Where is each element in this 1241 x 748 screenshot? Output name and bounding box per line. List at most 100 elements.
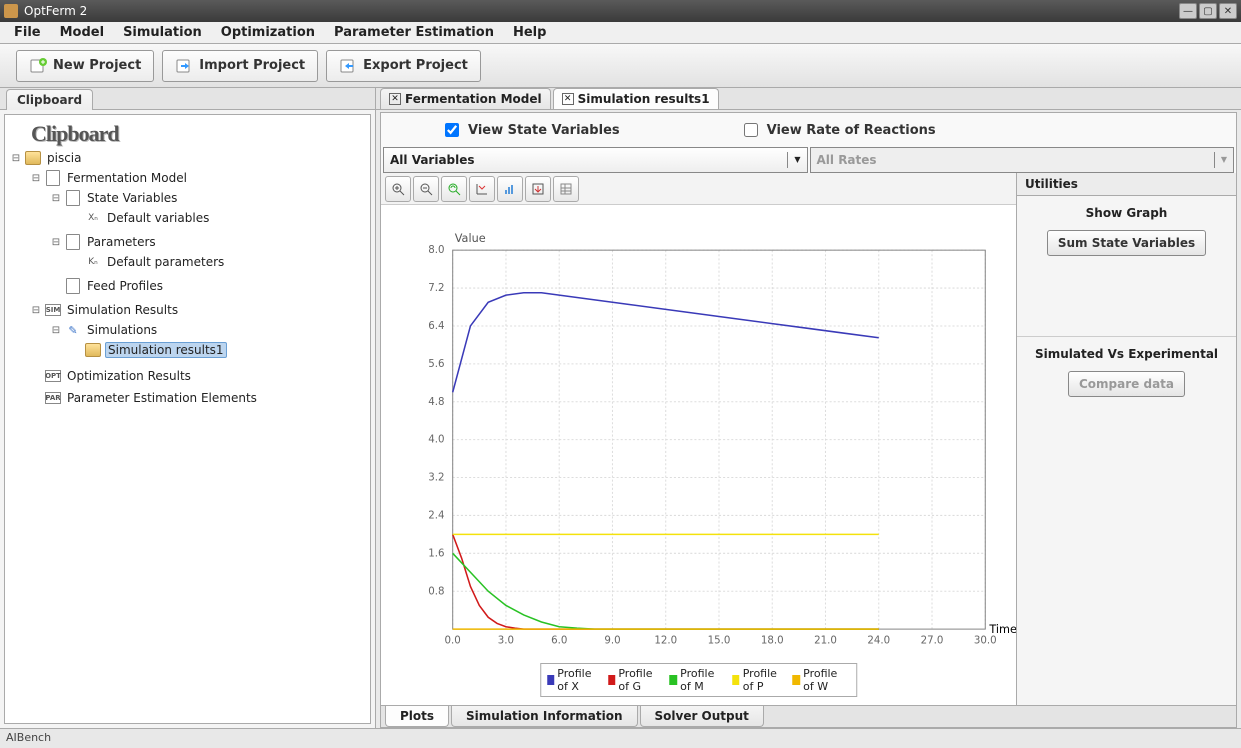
kn-icon: Kₙ — [85, 254, 101, 270]
tab-simulation-results1[interactable]: ✕ Simulation results1 — [553, 88, 719, 109]
document-icon — [66, 278, 80, 294]
tab-fermentation-model[interactable]: ✕ Fermentation Model — [380, 88, 551, 109]
menu-model[interactable]: Model — [52, 23, 112, 42]
state-vars-check[interactable] — [445, 123, 459, 137]
data-table-button[interactable] — [553, 176, 579, 202]
editor-area: ✕ Fermentation Model ✕ Simulation result… — [376, 88, 1241, 728]
new-project-icon — [29, 57, 47, 75]
svg-text:3.0: 3.0 — [498, 634, 514, 646]
par-icon: PAR — [45, 392, 61, 404]
clipboard-logo: Clipboard — [9, 121, 366, 147]
compare-data-button: Compare data — [1068, 371, 1185, 397]
view-state-variables-checkbox[interactable]: View State Variables — [441, 120, 620, 140]
tab-plots[interactable]: Plots — [385, 706, 449, 727]
sum-state-variables-button[interactable]: Sum State Variables — [1047, 230, 1206, 256]
bottom-tabbar: Plots Simulation Information Solver Outp… — [381, 705, 1236, 727]
app-icon — [4, 4, 18, 18]
menu-file[interactable]: File — [6, 23, 49, 42]
svg-text:Value: Value — [455, 232, 486, 245]
tree-parameter-estimation-elements[interactable]: PAR Parameter Estimation Elements — [29, 389, 366, 407]
legend-item: Profile of X — [547, 667, 602, 693]
tree-simulation-results1[interactable]: Simulation results1 — [69, 341, 366, 359]
tree-simulations[interactable]: ⊟ ✎ Simulations — [49, 321, 366, 339]
tree-default-variables[interactable]: Xₙ Default variables — [69, 209, 366, 227]
wrench-icon: ✎ — [65, 322, 81, 338]
expand-icon[interactable]: ⊟ — [31, 173, 41, 184]
rate-selector: All Rates ▼ — [810, 147, 1235, 173]
sim-vs-exp-label: Simulated Vs Experimental — [1027, 347, 1226, 361]
menubar: File Model Simulation Optimization Param… — [0, 22, 1241, 44]
chart-settings-button[interactable] — [497, 176, 523, 202]
tree-state-variables[interactable]: ⊟ State Variables — [49, 189, 366, 207]
status-brand: AIBench — [6, 731, 51, 744]
tree-fermentation-model[interactable]: ⊟ Fermentation Model — [29, 169, 366, 187]
legend-item: Profile of G — [608, 667, 664, 693]
expand-icon[interactable]: ⊟ — [11, 153, 21, 164]
document-tabbar: ✕ Fermentation Model ✕ Simulation result… — [376, 88, 1241, 110]
maximize-button[interactable]: ▢ — [1199, 3, 1217, 19]
zoom-out-button[interactable] — [413, 176, 439, 202]
svg-text:21.0: 21.0 — [814, 634, 837, 646]
svg-text:3.2: 3.2 — [428, 472, 444, 484]
svg-text:18.0: 18.0 — [761, 634, 784, 646]
new-project-button[interactable]: New Project — [16, 50, 154, 82]
svg-text:6.4: 6.4 — [428, 320, 444, 332]
svg-text:Time: Time — [988, 623, 1016, 636]
svg-text:1.6: 1.6 — [428, 547, 444, 559]
clipboard-panel: Clipboard Clipboard ⊟ piscia ⊟ — [0, 88, 376, 728]
svg-text:4.0: 4.0 — [428, 434, 444, 446]
configure-axes-button[interactable] — [469, 176, 495, 202]
svg-text:6.0: 6.0 — [551, 634, 567, 646]
tab-solver-output[interactable]: Solver Output — [640, 706, 764, 727]
sim-icon: SIM — [45, 304, 61, 316]
chevron-down-icon: ▼ — [1214, 152, 1233, 168]
chevron-down-icon[interactable]: ▼ — [787, 152, 806, 168]
tree-simulation-results[interactable]: ⊟ SIM Simulation Results — [29, 301, 366, 319]
rate-reactions-check[interactable] — [744, 123, 758, 137]
document-icon — [66, 190, 80, 206]
tab-simulation-information[interactable]: Simulation Information — [451, 706, 637, 727]
export-chart-button[interactable] — [525, 176, 551, 202]
svg-text:27.0: 27.0 — [921, 634, 944, 646]
tree-view[interactable]: Clipboard ⊟ piscia ⊟ Fermentation Mod — [4, 114, 371, 724]
chart-plot: 0.03.06.09.012.015.018.021.024.027.030.0… — [381, 205, 1016, 705]
tree-parameters[interactable]: ⊟ Parameters — [49, 233, 366, 251]
export-project-button[interactable]: Export Project — [326, 50, 481, 82]
svg-text:7.2: 7.2 — [428, 282, 444, 294]
folder-icon — [85, 343, 101, 357]
clipboard-tab[interactable]: Clipboard — [6, 89, 93, 110]
svg-text:9.0: 9.0 — [604, 634, 620, 646]
close-icon[interactable]: ✕ — [562, 93, 574, 105]
expand-icon[interactable]: ⊟ — [51, 237, 61, 248]
close-button[interactable]: ✕ — [1219, 3, 1237, 19]
close-icon[interactable]: ✕ — [389, 93, 401, 105]
zoom-in-button[interactable] — [385, 176, 411, 202]
tree-optimization-results[interactable]: OPT Optimization Results — [29, 367, 366, 385]
menu-simulation[interactable]: Simulation — [115, 23, 210, 42]
document-icon — [66, 234, 80, 250]
svg-text:4.8: 4.8 — [428, 396, 444, 408]
legend-item: Profile of W — [793, 667, 851, 693]
menu-parameter-estimation[interactable]: Parameter Estimation — [326, 23, 502, 42]
import-project-button[interactable]: Import Project — [162, 50, 318, 82]
tree-default-parameters[interactable]: Kₙ Default parameters — [69, 253, 366, 271]
minimize-button[interactable]: — — [1179, 3, 1197, 19]
tree-root[interactable]: ⊟ piscia — [9, 149, 366, 167]
titlebar: OptFerm 2 — ▢ ✕ — [0, 0, 1241, 22]
tree-feed-profiles[interactable]: Feed Profiles — [49, 277, 366, 295]
xn-icon: Xₙ — [85, 210, 101, 226]
chart-toolbar — [381, 173, 1016, 205]
svg-text:0.8: 0.8 — [428, 585, 444, 597]
reset-zoom-button[interactable] — [441, 176, 467, 202]
menu-help[interactable]: Help — [505, 23, 554, 42]
utilities-title: Utilities — [1017, 173, 1236, 196]
expand-icon[interactable]: ⊟ — [51, 193, 61, 204]
expand-icon[interactable]: ⊟ — [31, 305, 41, 316]
expand-icon[interactable]: ⊟ — [51, 325, 61, 336]
view-rate-reactions-checkbox[interactable]: View Rate of Reactions — [740, 120, 936, 140]
svg-text:5.6: 5.6 — [428, 358, 444, 370]
view-options: View State Variables View Rate of Reacti… — [381, 113, 1236, 147]
show-graph-label: Show Graph — [1027, 206, 1226, 220]
menu-optimization[interactable]: Optimization — [213, 23, 323, 42]
variable-selector[interactable]: All Variables ▼ — [383, 147, 808, 173]
